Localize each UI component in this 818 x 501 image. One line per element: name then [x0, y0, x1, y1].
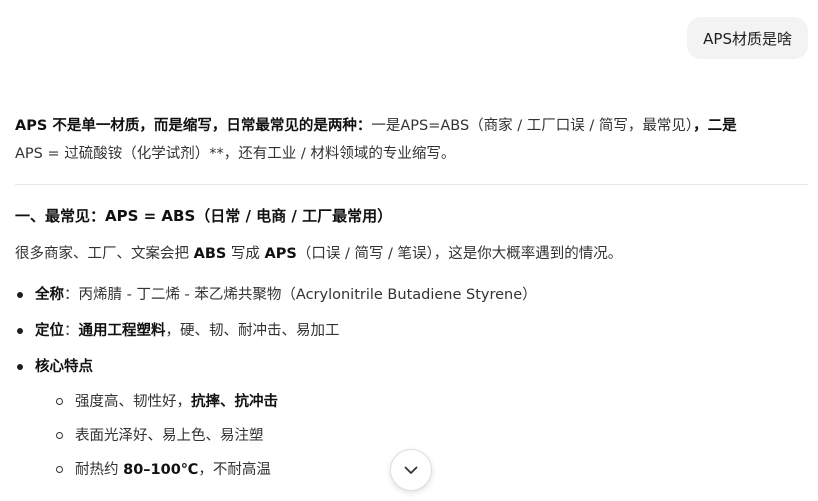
section-paragraph: 很多商家、工厂、文案会把 ABS 写成 APS（口误 / 简写 / 笔误），这是…	[15, 241, 808, 267]
para-text-2: 写成	[226, 246, 265, 262]
bullet-text: ，硬、韧、耐冲击、易加工	[165, 323, 340, 339]
list-item: 全称：丙烯腈 - 丁二烯 - 苯乙烯共聚物（Acrylonitrile Buta…	[15, 277, 808, 313]
section-title: 一、最常见：APS = ABS（日常 / 电商 / 工厂最常用）	[15, 207, 393, 225]
bullet-bold-text: 通用工程塑料	[78, 323, 166, 339]
sub-bullet-bold: 80–100℃	[123, 462, 199, 478]
bullet-label: 核心特点	[35, 359, 93, 375]
bullet-text: 丙烯腈 - 丁二烯 - 苯乙烯共聚物（Acrylonitrile Butadie…	[78, 287, 537, 303]
para-bold-aps: APS	[264, 246, 297, 262]
bullet-label: 定位	[35, 323, 64, 339]
bullet-sep: ：	[64, 287, 79, 303]
answer-intro: APS 不是单一材质，而是缩写，日常最常见的是两种：一是APS=ABS（商家 /…	[15, 112, 808, 168]
para-text-1: 很多商家、工厂、文案会把	[15, 246, 194, 262]
assistant-answer: APS 不是单一材质，而是缩写，日常最常见的是两种：一是APS=ABS（商家 /…	[15, 112, 808, 487]
intro-line-2: APS = 过硫酸铵（化学试剂）**，还有工业 / 材料领域的专业缩写。	[15, 146, 456, 162]
user-message-text: APS材质是啥	[703, 29, 792, 48]
list-item: 定位：通用工程塑料，硬、韧、耐冲击、易加工	[15, 313, 808, 349]
sub-list-item: 表面光泽好、易上色、易注塑	[55, 419, 808, 453]
sub-bullet-text: 表面光泽好、易上色、易注塑	[75, 428, 264, 444]
sub-list-item: 强度高、韧性好，抗摔、抗冲击	[55, 385, 808, 419]
sub-bullet-text: 耐热约	[75, 462, 124, 478]
bullet-sep: ：	[64, 323, 79, 339]
scroll-to-bottom-button[interactable]	[390, 449, 432, 491]
para-bold-abs: ABS	[193, 246, 227, 262]
intro-text-1: 一是APS=ABS（商家 / 工厂口误 / 简写，最常见）	[371, 118, 694, 134]
sub-bullet-bold: 抗摔、抗冲击	[191, 394, 278, 410]
intro-bold-1: APS 不是单一材质，而是缩写，日常最常见的是两种：	[15, 118, 372, 134]
bullet-label: 全称	[35, 287, 64, 303]
intro-bold-2: ，二是	[693, 118, 737, 134]
chevron-down-icon	[404, 466, 418, 474]
user-message-bubble: APS材质是啥	[687, 17, 808, 59]
sub-bullet-text-2: ，不耐高温	[198, 462, 271, 478]
para-text-3: （口误 / 简写 / 笔误），这是你大概率遇到的情况。	[296, 246, 623, 262]
section-divider	[15, 184, 808, 185]
sub-bullet-text: 强度高、韧性好，	[75, 394, 191, 410]
